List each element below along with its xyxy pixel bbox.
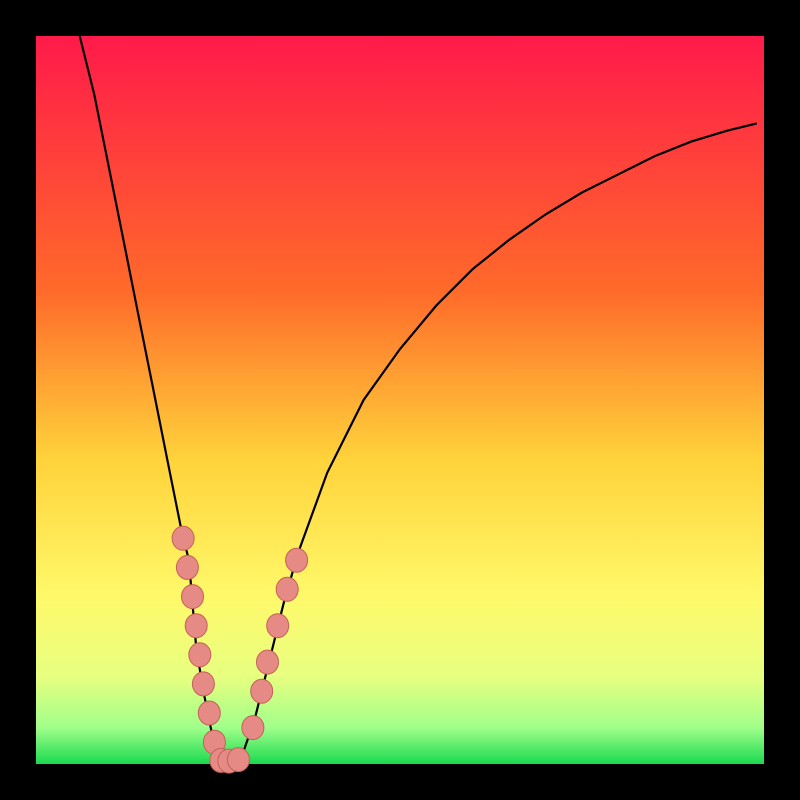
curve-marker xyxy=(276,577,298,601)
curve-marker xyxy=(172,526,194,550)
curve-marker xyxy=(286,548,308,572)
curve-marker xyxy=(257,650,279,674)
curve-marker xyxy=(182,585,204,609)
curve-marker xyxy=(267,614,289,638)
curve-marker xyxy=(251,679,273,703)
plot-svg xyxy=(0,0,800,800)
curve-marker xyxy=(176,555,198,579)
curve-marker xyxy=(198,701,220,725)
curve-marker xyxy=(185,614,207,638)
curve-marker xyxy=(227,748,249,772)
chart-canvas: TheBottleneck.com xyxy=(0,0,800,800)
curve-marker xyxy=(192,672,214,696)
curve-marker xyxy=(189,643,211,667)
curve-marker xyxy=(242,716,264,740)
plot-background xyxy=(36,36,764,764)
